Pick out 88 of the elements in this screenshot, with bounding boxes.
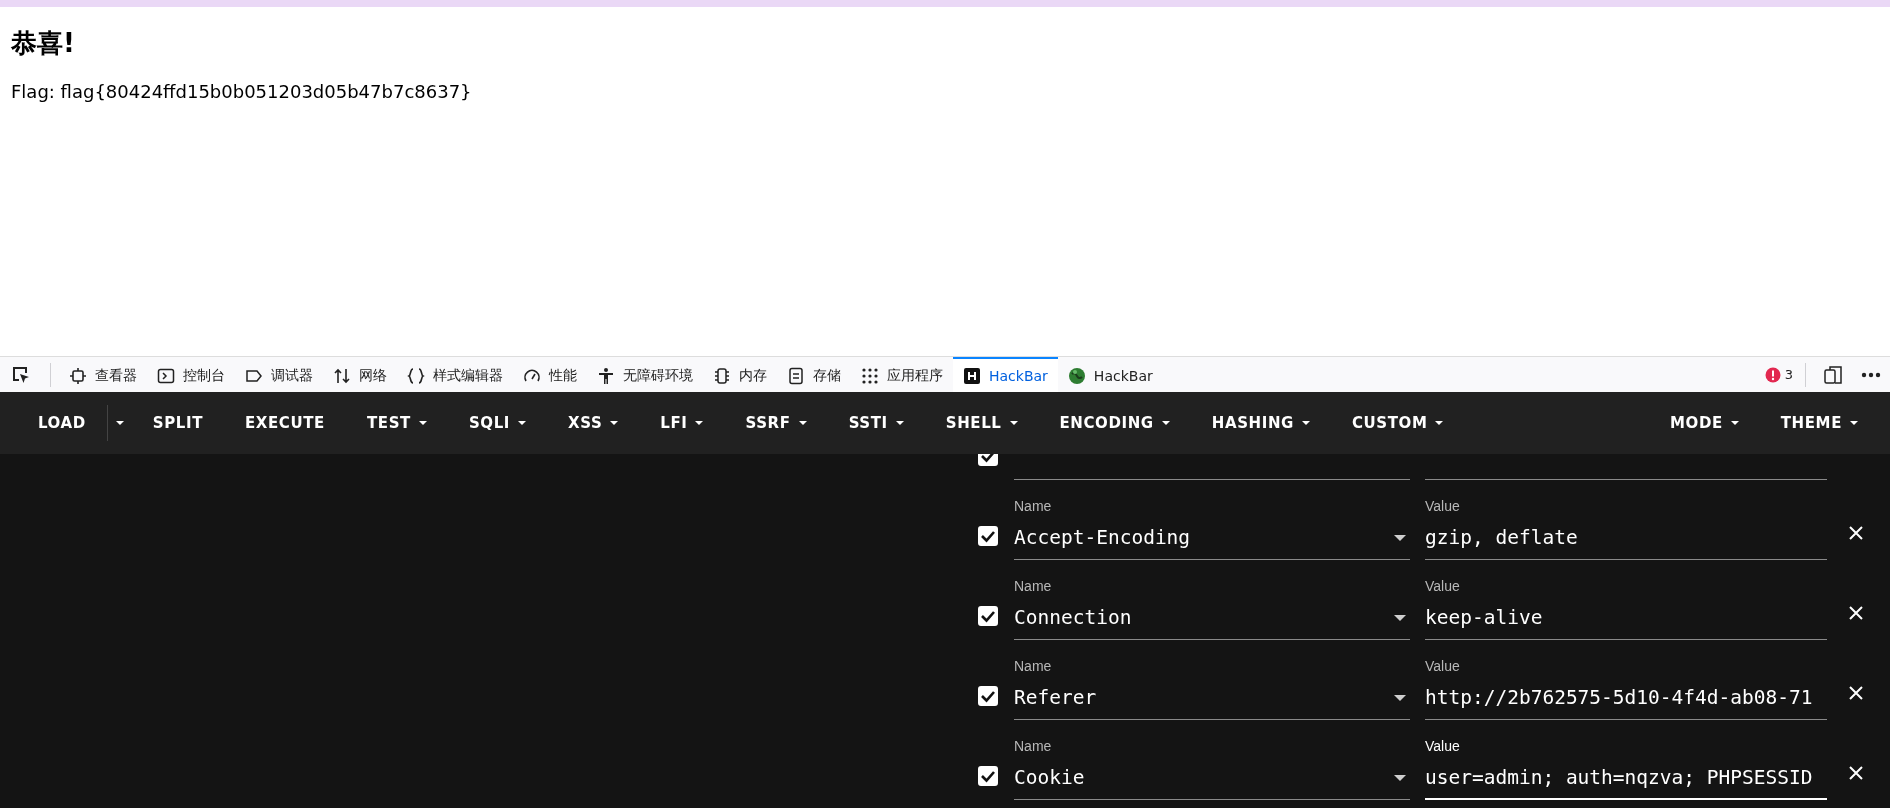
name-field[interactable]: Referer [1014, 676, 1410, 720]
caret-icon [1394, 534, 1406, 541]
devtools-tab[interactable]: HackBar [1057, 357, 1163, 392]
load-button[interactable]: LOAD [17, 404, 107, 442]
checkmark-icon [980, 529, 996, 543]
value-field[interactable]: user=admin; auth=nqzva; PHPSESSID [1425, 756, 1827, 800]
h-logo-icon [963, 366, 981, 385]
devtools-tab[interactable]: 调试器 [235, 357, 323, 392]
menu-button[interactable]: SSTI [827, 404, 925, 442]
caret-icon [610, 421, 619, 425]
caret-icon [1394, 774, 1406, 781]
menu-button[interactable]: LFI [639, 404, 725, 442]
devtools-tab[interactable]: 控制台 [147, 357, 235, 392]
caret-icon [518, 421, 526, 425]
caret-icon [115, 421, 124, 425]
close-icon [1849, 766, 1863, 780]
error-count[interactable]: 3 [1764, 366, 1797, 383]
close-icon [1849, 606, 1863, 620]
checkmark-icon [980, 609, 996, 623]
menu-button[interactable]: SQLI [447, 404, 547, 442]
checkmark-icon [980, 689, 996, 703]
devtools-tab[interactable]: 查看器 [59, 357, 147, 392]
value-field[interactable]: http://2b762575-5d10-4f4d-ab08-71 [1425, 676, 1827, 720]
caret-icon [1394, 614, 1406, 621]
field-label: Value [1425, 737, 1460, 756]
devtools-tab[interactable]: 应用程序 [851, 357, 953, 392]
menu-button[interactable]: SSRF [724, 404, 828, 442]
chip-icon [713, 366, 731, 385]
globe-icon [1067, 366, 1086, 385]
field-label: Value [1425, 657, 1460, 676]
menu-button[interactable]: TEST [345, 404, 448, 442]
checkmark-icon [980, 769, 996, 783]
checkbox[interactable] [978, 766, 998, 786]
caret-icon [1850, 421, 1858, 425]
devtools-tab[interactable]: 内存 [703, 357, 777, 392]
menu-button[interactable]: SHELL [924, 404, 1039, 442]
devtools-tab[interactable]: 无障碍环境 [587, 357, 703, 392]
caret-icon [1009, 421, 1018, 425]
caret-icon [1161, 421, 1170, 425]
menu-button[interactable]: HASHING [1190, 404, 1331, 442]
arrows-icon [333, 366, 351, 385]
devtools-tab[interactable]: 样式编辑器 [397, 357, 513, 392]
devtools-tab[interactable]: 性能 [513, 357, 587, 392]
console-icon [157, 366, 175, 385]
braces-icon [407, 366, 425, 385]
checkbox[interactable] [978, 686, 998, 706]
menu-button[interactable]: XSS [547, 404, 640, 442]
checkbox[interactable] [978, 606, 998, 626]
menu-button[interactable]: SPLIT [131, 404, 224, 442]
devtools-tab[interactable]: 网络 [323, 357, 397, 392]
caret-icon [1435, 421, 1444, 425]
menu-button[interactable]: ENCODING [1038, 404, 1191, 442]
devtools-tab[interactable]: HackBar [953, 357, 1058, 392]
menu-button[interactable]: CUSTOM [1330, 404, 1465, 442]
caret-icon [895, 421, 904, 425]
menu-button[interactable]: THEME [1759, 404, 1879, 442]
caret-icon [798, 421, 807, 425]
field-label: Name [1014, 497, 1052, 516]
caret-icon [1730, 421, 1739, 425]
caret-icon [1394, 694, 1406, 701]
inspector-icon [69, 366, 87, 385]
responsive-icon [1823, 364, 1843, 385]
value-field[interactable]: keep-alive [1425, 596, 1827, 640]
error-icon [1764, 366, 1781, 383]
caret-icon [695, 421, 704, 425]
name-field[interactable]: Connection [1014, 596, 1410, 640]
name-field[interactable]: Cookie [1014, 756, 1410, 800]
checkbox[interactable] [978, 526, 998, 546]
menu-button[interactable]: MODE [1649, 404, 1760, 442]
devtools-tab[interactable]: 存储 [777, 357, 851, 392]
name-field[interactable]: Accept-Encoding [1014, 516, 1410, 560]
flag-text: Flag: flag{80424ffd15b0b051203d05b47b7c8637} [11, 80, 473, 104]
close-icon [1849, 686, 1863, 700]
field-label: Name [1014, 577, 1052, 596]
menu-button[interactable]: EXECUTE [224, 404, 346, 442]
caret-icon [418, 421, 427, 425]
value-field[interactable]: gzip, deflate [1425, 516, 1827, 560]
field-label: Name [1014, 737, 1052, 756]
page-heading: 恭喜! [11, 27, 76, 60]
field-label: Value [1425, 497, 1460, 516]
storage-icon [787, 366, 805, 385]
grid-icon [861, 366, 879, 385]
field-label: Name [1014, 657, 1052, 676]
close-icon [1849, 526, 1863, 540]
field-label: Value [1425, 577, 1460, 596]
person-icon [597, 366, 615, 385]
caret-icon [1301, 421, 1310, 425]
more-icon [1861, 371, 1881, 378]
